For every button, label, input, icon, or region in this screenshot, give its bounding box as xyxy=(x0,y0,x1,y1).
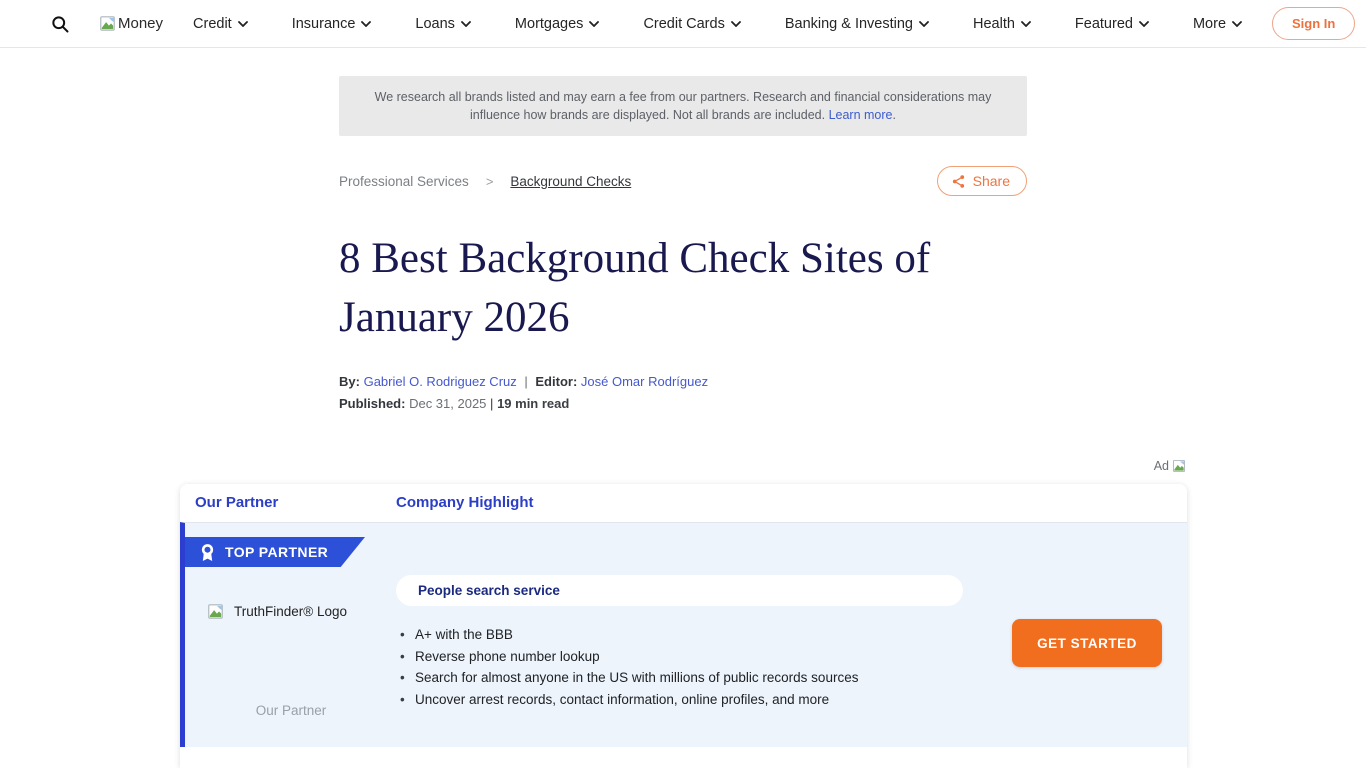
feature-bullet: Uncover arrest records, contact informat… xyxy=(398,689,898,711)
column-header-company-highlight: Company Highlight xyxy=(396,494,534,511)
page: Money Credit Insurance Loans Mortgages C… xyxy=(0,0,1366,768)
medal-icon xyxy=(200,543,215,562)
chevron-down-icon xyxy=(589,21,599,27)
chevron-down-icon xyxy=(1232,21,1242,27)
byline: By: Gabriel O. Rodriguez Cruz | Editor: … xyxy=(339,374,708,389)
chevron-down-icon xyxy=(1139,21,1149,27)
disclosure-text: We research all brands listed and may ea… xyxy=(367,88,999,124)
money-logo[interactable]: Money xyxy=(99,15,163,32)
feature-bullet: Search for almost anyone in the US with … xyxy=(398,667,898,689)
top-navigation-bar: Money Credit Insurance Loans Mortgages C… xyxy=(0,0,1366,48)
top-partner-ribbon: TOP PARTNER xyxy=(185,537,365,567)
card-header-row: Our Partner Company Highlight xyxy=(180,484,1187,522)
partner-logo[interactable]: TruthFinder® Logo xyxy=(207,603,347,620)
chevron-down-icon xyxy=(238,21,248,27)
ad-label: Ad xyxy=(1154,459,1186,474)
share-button[interactable]: Share xyxy=(937,166,1027,196)
advertiser-disclosure: We research all brands listed and may ea… xyxy=(339,76,1027,136)
published-date: Dec 31, 2025 xyxy=(409,396,486,411)
highlight-pill: People search service xyxy=(396,575,963,606)
partner-comparison-card: Our Partner Company Highlight TOP PARTNE… xyxy=(180,484,1187,768)
nav-item-more[interactable]: More xyxy=(1193,16,1242,32)
column-header-our-partner: Our Partner xyxy=(195,494,278,511)
get-started-button[interactable]: GET STARTED xyxy=(1012,619,1162,667)
author-link[interactable]: Gabriel O. Rodriguez Cruz xyxy=(364,374,517,389)
learn-more-link[interactable]: Learn more xyxy=(829,108,893,122)
feature-bullet: A+ with the BBB xyxy=(398,624,898,646)
highlight-pill-label: People search service xyxy=(418,583,560,598)
read-time: 19 min read xyxy=(497,396,569,411)
our-partner-caption: Our Partner xyxy=(185,703,397,718)
share-icon xyxy=(951,174,966,189)
chevron-down-icon xyxy=(919,21,929,27)
breadcrumb: Professional Services > Background Check… xyxy=(339,166,1027,196)
nav-item-banking-investing[interactable]: Banking & Investing xyxy=(785,16,929,32)
breadcrumb-current-link[interactable]: Background Checks xyxy=(510,174,631,189)
broken-image-icon xyxy=(207,603,224,620)
nav-item-health[interactable]: Health xyxy=(973,16,1031,32)
nav-item-credit[interactable]: Credit xyxy=(193,16,248,32)
top-partner-row: TOP PARTNER TruthFinder® Logo Our Partne… xyxy=(180,522,1187,747)
next-partner-row-partial xyxy=(180,747,1187,768)
feature-bullet-list: A+ with the BBB Reverse phone number loo… xyxy=(398,624,898,710)
broken-image-icon xyxy=(99,15,116,32)
nav-item-featured[interactable]: Featured xyxy=(1075,16,1149,32)
nav-item-mortgages[interactable]: Mortgages xyxy=(515,16,600,32)
chevron-down-icon xyxy=(731,21,741,27)
nav-item-credit-cards[interactable]: Credit Cards xyxy=(643,16,740,32)
feature-bullet: Reverse phone number lookup xyxy=(398,646,898,668)
chevron-down-icon xyxy=(461,21,471,27)
nav-item-loans[interactable]: Loans xyxy=(415,16,471,32)
breadcrumb-separator: > xyxy=(486,174,494,189)
partner-logo-alt-text: TruthFinder® Logo xyxy=(234,604,347,619)
chevron-down-icon xyxy=(361,21,371,27)
published-line: Published: Dec 31, 2025 | 19 min read xyxy=(339,396,569,411)
broken-image-icon xyxy=(1172,459,1186,473)
chevron-down-icon xyxy=(1021,21,1031,27)
breadcrumb-parent-link[interactable]: Professional Services xyxy=(339,174,469,189)
search-icon[interactable] xyxy=(48,12,72,36)
top-partner-label: TOP PARTNER xyxy=(225,544,328,560)
logo-alt-text: Money xyxy=(118,15,163,32)
primary-nav: Credit Insurance Loans Mortgages Credit … xyxy=(193,16,1242,32)
sign-in-button[interactable]: Sign In xyxy=(1272,7,1355,40)
editor-link[interactable]: José Omar Rodríguez xyxy=(581,374,708,389)
page-title: 8 Best Background Check Sites of January… xyxy=(339,229,1039,347)
nav-item-insurance[interactable]: Insurance xyxy=(292,16,372,32)
